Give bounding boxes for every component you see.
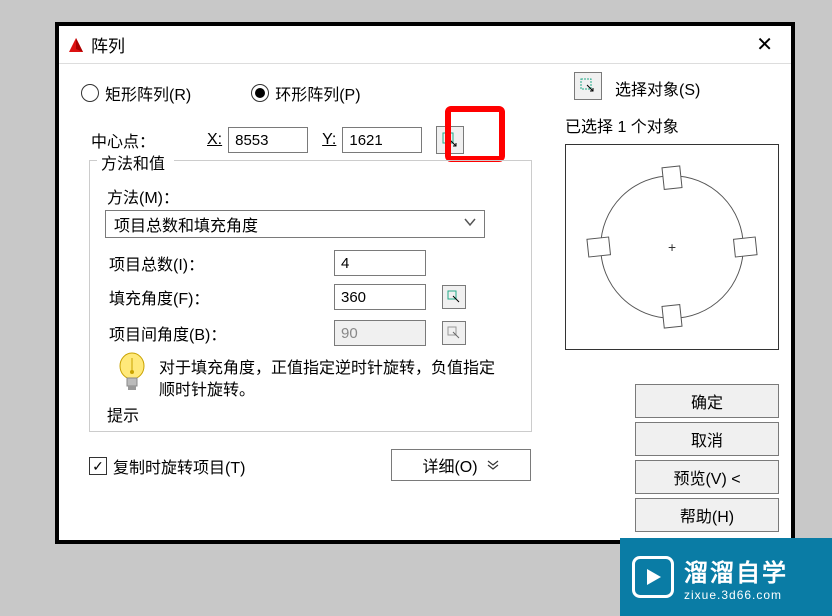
- svg-text:+: +: [668, 239, 676, 255]
- detail-button[interactable]: 详细(O): [391, 449, 531, 481]
- copy-rotate-checkbox[interactable]: ✓ 复制时旋转项目(T): [89, 454, 245, 478]
- preview-button[interactable]: 预览(V) <: [635, 460, 779, 494]
- radio-label: 矩形阵列(R): [105, 81, 191, 105]
- chevron-down-icon: [464, 215, 476, 233]
- fill-angle-input[interactable]: [334, 284, 426, 310]
- watermark: 溜溜自学 zixue.3d66.com: [620, 538, 832, 616]
- checkbox-indicator: ✓: [89, 457, 107, 475]
- selection-status: 已选择 1 个对象: [565, 113, 679, 137]
- title-bar: 阵列 ✕: [59, 26, 791, 64]
- hint-label: 提示: [107, 402, 139, 426]
- dialog-body: 矩形阵列(R) 环形阵列(P) 选择对象(S) 已选择 1 个对象 +: [59, 64, 791, 540]
- select-object-button[interactable]: [574, 72, 602, 100]
- dialog-title: 阵列: [91, 32, 125, 57]
- watermark-brand: 溜溜自学: [684, 553, 788, 588]
- pick-icon: [442, 132, 458, 148]
- cancel-button[interactable]: 取消: [635, 422, 779, 456]
- radio-polar[interactable]: 环形阵列(P): [251, 81, 360, 105]
- fill-angle-label: 填充角度(F)：: [109, 285, 334, 309]
- method-dropdown[interactable]: 项目总数和填充角度: [105, 210, 485, 238]
- between-angle-label: 项目间角度(B)：: [109, 321, 334, 345]
- center-label: 中心点：: [91, 128, 193, 152]
- x-label: X:: [207, 131, 222, 149]
- app-icon: [67, 36, 85, 54]
- lightbulb-icon: [115, 352, 149, 401]
- radio-rectangular[interactable]: 矩形阵列(R): [81, 81, 191, 105]
- select-icon: [579, 77, 597, 95]
- between-angle-row: 项目间角度(B)：: [109, 320, 466, 346]
- pick-between-angle-button[interactable]: [442, 321, 466, 345]
- method-label: 方法(M)：: [107, 184, 179, 208]
- radio-indicator: [251, 84, 269, 102]
- total-items-label: 项目总数(I)：: [109, 251, 334, 275]
- select-object-label: 选择对象(S): [615, 76, 700, 100]
- fill-angle-row: 填充角度(F)：: [109, 284, 466, 310]
- pick-center-button[interactable]: [436, 126, 464, 154]
- play-logo-icon: [632, 556, 674, 598]
- preview-graphic: +: [566, 145, 778, 349]
- preview-pane: +: [565, 144, 779, 350]
- close-button[interactable]: ✕: [748, 30, 781, 59]
- dropdown-value: 项目总数和填充角度: [114, 212, 258, 236]
- radio-indicator: [81, 84, 99, 102]
- pick-icon: [447, 326, 461, 340]
- radio-label: 环形阵列(P): [275, 81, 360, 105]
- hint-text: 对于填充角度，正值指定逆时针旋转，负值指定顺时针旋转。: [159, 358, 499, 403]
- total-items-input[interactable]: [334, 250, 426, 276]
- ok-button[interactable]: 确定: [635, 384, 779, 418]
- array-dialog: 阵列 ✕ 矩形阵列(R) 环形阵列(P) 选择对象(S) 已选择 1 个对象: [55, 22, 795, 544]
- total-items-row: 项目总数(I)：: [109, 250, 426, 276]
- center-y-input[interactable]: [342, 127, 422, 153]
- watermark-url: zixue.3d66.com: [684, 588, 788, 602]
- help-button[interactable]: 帮助(H): [635, 498, 779, 532]
- y-label: Y:: [322, 131, 336, 149]
- pick-icon: [447, 290, 461, 304]
- double-chevron-down-icon: [486, 460, 500, 470]
- checkbox-label: 复制时旋转项目(T): [113, 454, 245, 478]
- pick-fill-angle-button[interactable]: [442, 285, 466, 309]
- method-group-title: 方法和值: [97, 150, 169, 174]
- between-angle-input: [334, 320, 426, 346]
- center-x-input[interactable]: [228, 127, 308, 153]
- detail-label: 详细(O): [422, 453, 477, 477]
